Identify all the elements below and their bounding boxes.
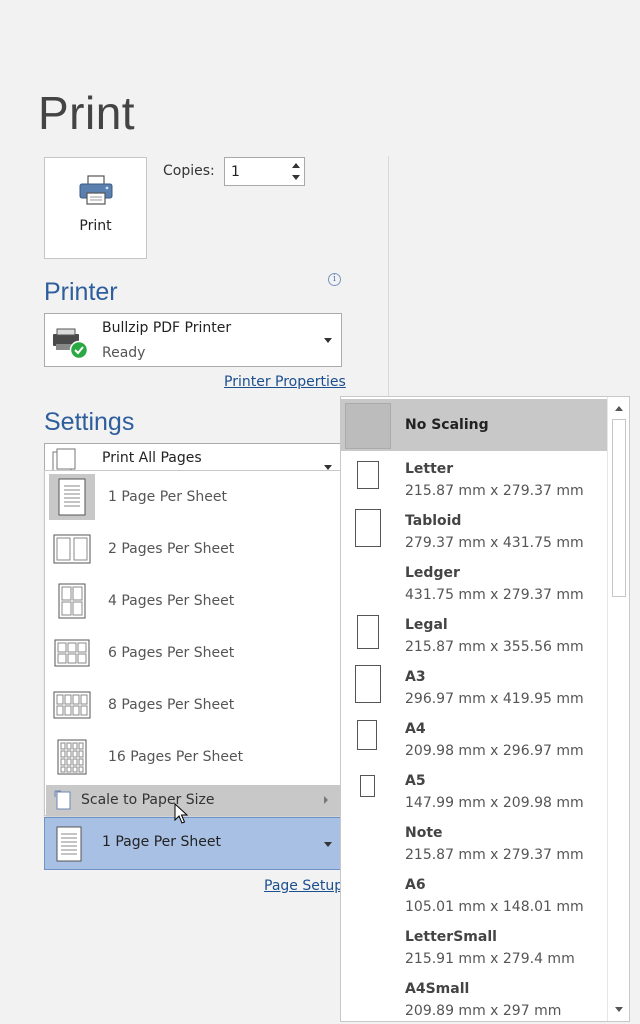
menu-item-label: 4 Pages Per Sheet <box>108 593 235 609</box>
paper-size-a4small[interactable]: A4Small 209.89 mm x 297 mm <box>341 973 607 1021</box>
scroll-up-icon[interactable] <box>615 406 623 411</box>
info-icon[interactable]: i <box>328 273 341 286</box>
pages-per-sheet-select[interactable]: 1 Page Per Sheet <box>44 817 342 870</box>
spin-down-icon[interactable] <box>292 175 300 180</box>
paper-size-dims: 215.87 mm x 279.37 mm <box>405 847 584 863</box>
menu-item-4-pages[interactable]: 4 Pages Per Sheet <box>46 575 340 627</box>
paper-size-name: Ledger <box>405 565 460 581</box>
menu-item-6-pages[interactable]: 6 Pages Per Sheet <box>46 627 340 679</box>
copies-value: 1 <box>231 164 240 180</box>
chevron-right-icon <box>324 796 328 804</box>
paper-size-a5[interactable]: A5 147.99 mm x 209.98 mm <box>341 765 607 817</box>
pages-per-sheet-menu: 1 Page Per Sheet 2 Pages Per Sheet 4 Pag… <box>44 470 341 816</box>
paper-size-legal[interactable]: Legal 215.87 mm x 355.56 mm <box>341 609 607 661</box>
scale-page-icon <box>54 790 71 810</box>
printer-heading: Printer <box>44 278 118 306</box>
menu-item-16-pages[interactable]: 16 Pages Per Sheet <box>46 731 340 783</box>
menu-item-label: 1 Page Per Sheet <box>108 489 227 505</box>
paper-size-dims: 215.87 mm x 279.37 mm <box>405 483 584 499</box>
paper-size-ledger[interactable]: Ledger 431.75 mm x 279.37 mm <box>341 557 607 609</box>
tabloid-page-icon <box>355 509 381 547</box>
legal-page-icon <box>357 615 379 649</box>
one-page-icon <box>49 474 95 520</box>
paper-size-dims: 296.97 mm x 419.95 mm <box>405 691 584 707</box>
paper-size-note[interactable]: Note 215.87 mm x 279.37 mm <box>341 817 607 869</box>
copies-stepper[interactable]: 1 <box>224 157 305 186</box>
paper-size-name: A3 <box>405 669 426 685</box>
paper-size-no-scaling[interactable]: No Scaling <box>341 399 607 451</box>
paper-size-list: No Scaling Letter 215.87 mm x 279.37 mm … <box>340 396 630 1022</box>
menu-item-1-page[interactable]: 1 Page Per Sheet <box>46 471 340 523</box>
scale-to-paper-label: Scale to Paper Size <box>81 792 215 808</box>
menu-item-8-pages[interactable]: 8 Pages Per Sheet <box>46 679 340 731</box>
paper-size-name: A4Small <box>405 981 470 997</box>
page-title: Print <box>38 87 136 139</box>
printer-status: Ready <box>102 345 146 361</box>
a3-page-icon <box>355 665 381 703</box>
paper-size-dims: 147.99 mm x 209.98 mm <box>405 795 584 811</box>
pages-icon <box>52 448 76 472</box>
chevron-down-icon <box>324 338 332 343</box>
printer-ready-icon <box>53 328 89 360</box>
print-range-select[interactable]: Print All Pages <box>44 443 342 473</box>
paper-size-a4[interactable]: A4 209.98 mm x 296.97 mm <box>341 713 607 765</box>
menu-item-label: 16 Pages Per Sheet <box>108 749 244 765</box>
print-range-value: Print All Pages <box>102 450 202 466</box>
menu-item-label: 8 Pages Per Sheet <box>108 697 235 713</box>
settings-heading: Settings <box>44 408 135 436</box>
two-pages-icon <box>46 534 98 564</box>
a4-page-icon <box>357 720 377 750</box>
paper-size-dims: 279.37 mm x 431.75 mm <box>405 535 584 551</box>
scroll-thumb[interactable] <box>612 419 626 597</box>
one-page-icon <box>56 826 82 862</box>
column-divider <box>388 156 389 396</box>
six-pages-icon <box>46 639 98 667</box>
paper-size-name: Letter <box>405 461 454 477</box>
paper-size-name: A5 <box>405 773 426 789</box>
spin-up-icon[interactable] <box>292 163 300 168</box>
paper-size-name: LetterSmall <box>405 929 497 945</box>
paper-size-name: Tabloid <box>405 513 462 529</box>
no-scaling-icon <box>345 403 391 449</box>
print-button-label: Print <box>79 218 112 234</box>
paper-size-lettersmall[interactable]: LetterSmall 215.91 mm x 279.4 mm <box>341 921 607 973</box>
pages-per-sheet-value: 1 Page Per Sheet <box>102 834 221 850</box>
menu-item-label: 6 Pages Per Sheet <box>108 645 235 661</box>
paper-size-dims: 431.75 mm x 279.37 mm <box>405 587 584 603</box>
paper-size-name: A4 <box>405 721 426 737</box>
paper-size-letter[interactable]: Letter 215.87 mm x 279.37 mm <box>341 453 607 505</box>
paper-size-a3[interactable]: A3 296.97 mm x 419.95 mm <box>341 661 607 713</box>
paper-size-name: A6 <box>405 877 426 893</box>
paper-size-name: Note <box>405 825 443 841</box>
letter-page-icon <box>357 461 379 489</box>
paper-size-dims: 209.98 mm x 296.97 mm <box>405 743 584 759</box>
mouse-cursor-icon <box>174 803 188 824</box>
copies-label: Copies: <box>163 163 215 179</box>
paper-size-tabloid[interactable]: Tabloid 279.37 mm x 431.75 mm <box>341 505 607 557</box>
printer-properties-link[interactable]: Printer Properties <box>224 374 346 390</box>
scale-to-paper-size-item[interactable]: Scale to Paper Size <box>46 785 340 815</box>
page-setup-link[interactable]: Page Setup <box>264 878 343 894</box>
chevron-down-icon <box>324 842 332 847</box>
printer-name: Bullzip PDF Printer <box>102 320 232 336</box>
paper-size-name: No Scaling <box>405 417 489 433</box>
paper-size-dims: 209.89 mm x 297 mm <box>405 1003 562 1019</box>
eight-pages-icon <box>46 691 98 719</box>
printer-icon <box>79 175 112 205</box>
four-pages-icon <box>46 583 98 619</box>
printer-select[interactable]: Bullzip PDF Printer Ready <box>44 313 342 367</box>
sixteen-pages-icon <box>46 739 98 775</box>
paper-size-scrollbar[interactable] <box>607 397 629 1021</box>
paper-size-name: Legal <box>405 617 448 633</box>
menu-item-2-pages[interactable]: 2 Pages Per Sheet <box>46 523 340 575</box>
menu-item-label: 2 Pages Per Sheet <box>108 541 235 557</box>
paper-size-dims: 215.87 mm x 355.56 mm <box>405 639 584 655</box>
a5-page-icon <box>360 775 375 797</box>
paper-size-dims: 105.01 mm x 148.01 mm <box>405 899 584 915</box>
scroll-down-icon[interactable] <box>615 1007 623 1012</box>
paper-size-dims: 215.91 mm x 279.4 mm <box>405 951 575 967</box>
print-button[interactable]: Print <box>44 157 147 259</box>
paper-size-a6[interactable]: A6 105.01 mm x 148.01 mm <box>341 869 607 921</box>
